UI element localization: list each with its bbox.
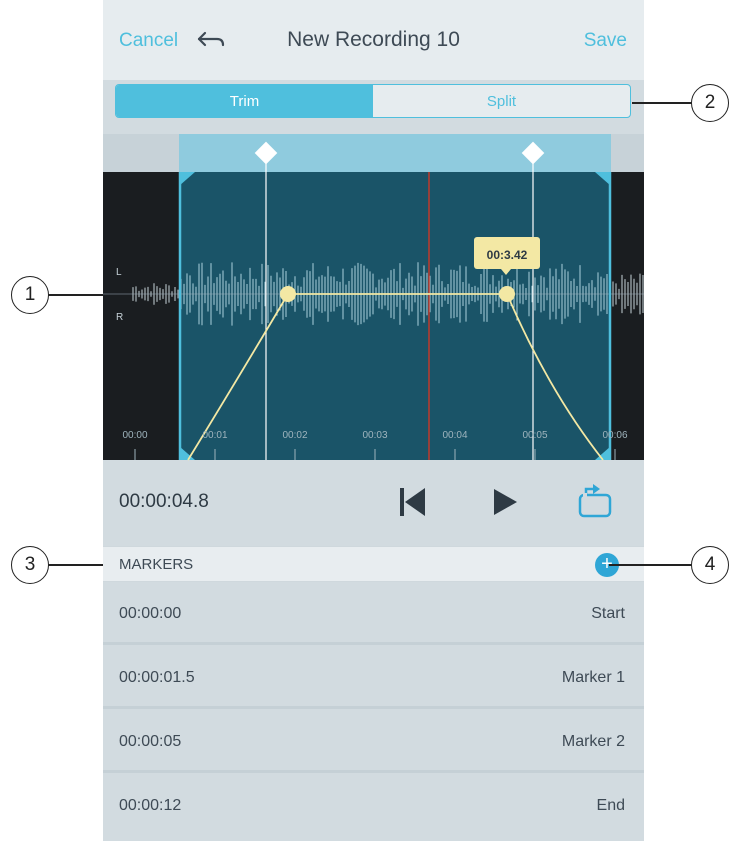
loop-icon[interactable] — [577, 484, 613, 520]
marker-time: 00:00:00 — [119, 605, 182, 622]
marker-time: 00:00:12 — [119, 797, 182, 814]
waveform-outside-left — [103, 172, 179, 460]
marker-label: Marker 2 — [561, 733, 625, 750]
marker-label: End — [596, 797, 625, 814]
time-tick-label: 00:00 — [122, 430, 147, 441]
waveform-outside-right — [611, 172, 644, 460]
channel-label-right: R — [116, 312, 123, 323]
callout-line-3 — [48, 564, 103, 566]
time-tick-label: 00:05 — [522, 430, 547, 441]
play-icon[interactable] — [492, 488, 518, 516]
channel-label-left: L — [116, 267, 122, 278]
time-tick-label: 00:01 — [202, 430, 227, 441]
app-window: Cancel New Recording 10 Save Trim Split — [103, 0, 644, 841]
callout-3: 3 — [11, 546, 49, 584]
marker-time: 00:00:05 — [119, 733, 182, 750]
marker-handle-2 — [521, 141, 545, 165]
marker-row[interactable]: 00:00:12 End — [103, 776, 644, 841]
fade-out-handle[interactable] — [499, 286, 515, 302]
time-tick-label: 00:03 — [362, 430, 387, 441]
callout-1: 1 — [11, 276, 49, 314]
markers-header: MARKERS + — [103, 546, 644, 582]
marker-label: Start — [591, 605, 625, 622]
marker-row[interactable]: 00:00:00 Start — [103, 584, 644, 645]
time-tick-label: 00:06 — [602, 430, 627, 441]
callout-line-2 — [632, 102, 692, 104]
callout-line-1 — [48, 294, 103, 296]
marker-label: Marker 1 — [561, 669, 625, 686]
marker-row[interactable]: 00:00:05 Marker 2 — [103, 712, 644, 773]
callout-2: 2 — [691, 84, 729, 122]
skip-to-start-icon[interactable] — [399, 487, 427, 517]
marker-time: 00:00:01.5 — [119, 669, 195, 686]
callout-line-4 — [609, 564, 692, 566]
callout-4: 4 — [691, 546, 729, 584]
time-tick-label: 00:04 — [442, 430, 467, 441]
markers-title: MARKERS — [119, 556, 194, 573]
marker-row[interactable]: 00:00:01.5 Marker 1 — [103, 648, 644, 709]
fade-in-handle[interactable] — [280, 286, 296, 302]
playhead-tooltip: 00:3.42 — [487, 248, 528, 262]
marker-handle-1 — [254, 141, 278, 165]
waveform-selection — [179, 172, 611, 460]
time-tick-label: 00:02 — [282, 430, 307, 441]
current-time: 00:00:04.8 — [119, 491, 209, 512]
